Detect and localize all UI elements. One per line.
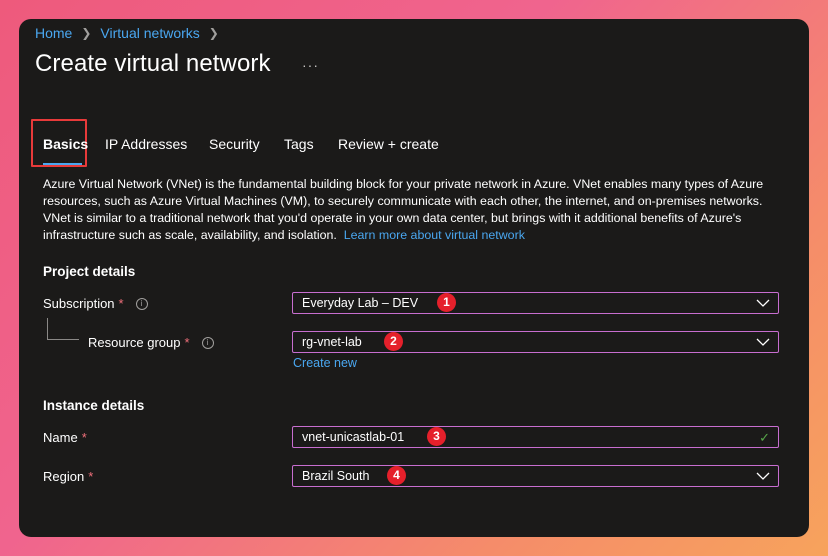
region-value: Brazil South xyxy=(302,469,370,483)
subscription-value: Everyday Lab – DEV xyxy=(302,296,419,310)
required-asterisk: * xyxy=(184,335,190,350)
breadcrumb-home-link[interactable]: Home xyxy=(35,25,72,41)
tree-connector-horizontal xyxy=(47,339,79,340)
create-vnet-window: Home ❯ Virtual networks ❯ Create virtual… xyxy=(19,19,809,537)
more-options-icon[interactable]: ··· xyxy=(302,57,319,73)
create-new-link[interactable]: Create new xyxy=(293,356,357,370)
region-label: Region * xyxy=(43,469,93,484)
name-input[interactable]: vnet-unicastlab-01 ✓ xyxy=(292,426,779,448)
resource-group-dropdown[interactable]: rg-vnet-lab xyxy=(292,331,779,353)
required-asterisk: * xyxy=(118,296,124,311)
info-icon[interactable]: i xyxy=(135,297,148,310)
tab-ip-addresses[interactable]: IP Addresses xyxy=(105,136,187,152)
name-value: vnet-unicastlab-01 xyxy=(302,430,405,444)
instance-details-heading: Instance details xyxy=(43,398,145,413)
chevron-right-icon: ❯ xyxy=(208,26,219,40)
region-dropdown[interactable]: Brazil South xyxy=(292,465,779,487)
info-icon[interactable]: i xyxy=(201,336,214,349)
resource-group-label: Resource group * i xyxy=(88,335,214,350)
breadcrumb: Home ❯ Virtual networks ❯ xyxy=(35,25,228,41)
active-tab-indicator xyxy=(43,163,82,165)
tab-tags[interactable]: Tags xyxy=(284,136,314,152)
chevron-right-icon: ❯ xyxy=(81,26,92,40)
breadcrumb-virtual-networks-link[interactable]: Virtual networks xyxy=(100,25,199,41)
subscription-dropdown[interactable]: Everyday Lab – DEV xyxy=(292,292,779,314)
tab-basics[interactable]: Basics xyxy=(43,136,88,152)
chevron-down-icon xyxy=(756,338,770,346)
project-details-heading: Project details xyxy=(43,264,136,279)
learn-more-link[interactable]: Learn more about virtual network xyxy=(344,228,525,242)
step-badge-3: 3 xyxy=(427,427,446,446)
chevron-down-icon xyxy=(756,472,770,480)
chevron-down-icon xyxy=(756,299,770,307)
subscription-label-text: Subscription xyxy=(43,296,115,311)
subscription-label: Subscription * i xyxy=(43,296,148,311)
resource-group-value: rg-vnet-lab xyxy=(302,335,362,349)
name-label: Name * xyxy=(43,430,87,445)
step-badge-1: 1 xyxy=(437,293,456,312)
region-label-text: Region xyxy=(43,469,85,484)
resource-group-label-text: Resource group xyxy=(88,335,181,350)
page-title: Create virtual network xyxy=(35,50,271,77)
tree-connector-vertical xyxy=(47,318,48,339)
required-asterisk: * xyxy=(88,469,94,484)
tab-security[interactable]: Security xyxy=(209,136,260,152)
required-asterisk: * xyxy=(81,430,87,445)
tab-review-create[interactable]: Review + create xyxy=(338,136,439,152)
vnet-description: Azure Virtual Network (VNet) is the fund… xyxy=(43,176,783,244)
checkmark-icon: ✓ xyxy=(759,430,770,445)
name-label-text: Name xyxy=(43,430,78,445)
step-badge-2: 2 xyxy=(384,332,403,351)
step-badge-4: 4 xyxy=(387,466,406,485)
